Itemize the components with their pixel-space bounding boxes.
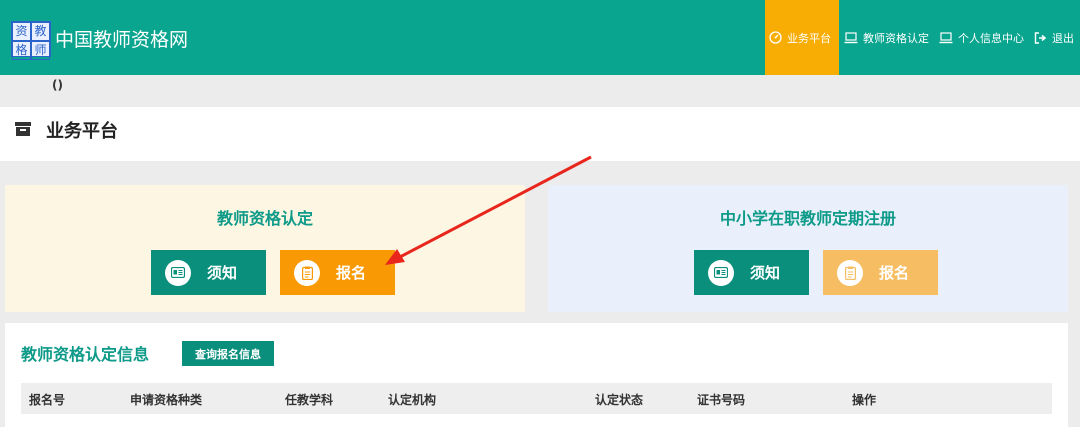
register-button[interactable]: 报名	[823, 250, 938, 295]
clipboard-icon	[837, 259, 863, 286]
logo-char: 资	[12, 22, 31, 41]
nav-label: 个人信息中心	[958, 31, 1024, 45]
monitor-icon	[844, 31, 858, 44]
column-header: 任教学科	[285, 393, 334, 407]
logo-char: 格	[12, 41, 31, 60]
id-card-icon	[708, 259, 734, 286]
id-card-icon	[165, 259, 191, 286]
nav-item-personal-center[interactable]: 个人信息中心	[934, 0, 1029, 75]
nav-item-teacher-qualification[interactable]: 教师资格认定	[839, 0, 934, 75]
card-title: 中小学在职教师定期注册	[719, 209, 896, 228]
card-title: 教师资格认定	[216, 209, 313, 228]
column-header: 申请资格种类	[130, 393, 203, 407]
page-header	[0, 107, 1080, 161]
nav-label: 教师资格认定	[863, 31, 929, 45]
dashboard-icon	[769, 31, 782, 44]
archive-box-icon	[15, 121, 31, 140]
teacher-qualification-card: 教师资格认定 须知 报名	[5, 185, 525, 312]
button-label: 报名	[879, 264, 910, 282]
button-label: 须知	[750, 264, 781, 282]
site-logo[interactable]: 资 教 格 师	[11, 21, 51, 60]
top-nav: 业务平台 教师资格认定 个人信息中心 退出	[765, 0, 1080, 75]
periodic-registration-card: 中小学在职教师定期注册 须知 报名	[548, 185, 1068, 312]
empty-parentheses-text: ()	[52, 78, 63, 92]
column-header: 证书号码	[697, 393, 746, 407]
nav-label: 业务平台	[787, 31, 831, 45]
nav-label: 退出	[1052, 31, 1074, 45]
info-panel-title: 教师资格认定信息	[21, 345, 150, 364]
column-header: 认定状态	[595, 393, 644, 407]
notice-button[interactable]: 须知	[694, 250, 809, 295]
clipboard-icon	[294, 259, 320, 286]
column-header: 认定机构	[388, 393, 437, 407]
button-label: 须知	[207, 264, 238, 282]
site-title[interactable]: 中国教师资格网	[55, 27, 188, 53]
column-header: 报名号	[29, 393, 66, 407]
logo-char: 师	[31, 41, 50, 60]
logout-icon	[1034, 31, 1047, 44]
notice-button[interactable]: 须知	[151, 250, 266, 295]
logo-char: 教	[31, 22, 50, 41]
register-button[interactable]: 报名	[280, 250, 395, 295]
column-header: 操作	[852, 393, 877, 407]
page-title: 业务平台	[46, 121, 118, 142]
query-registration-button[interactable]: 查询报名信息	[182, 341, 274, 366]
monitor-icon	[939, 31, 953, 44]
button-label: 报名	[336, 264, 367, 282]
nav-item-business-platform[interactable]: 业务平台	[765, 0, 839, 75]
nav-item-logout[interactable]: 退出	[1029, 0, 1080, 75]
